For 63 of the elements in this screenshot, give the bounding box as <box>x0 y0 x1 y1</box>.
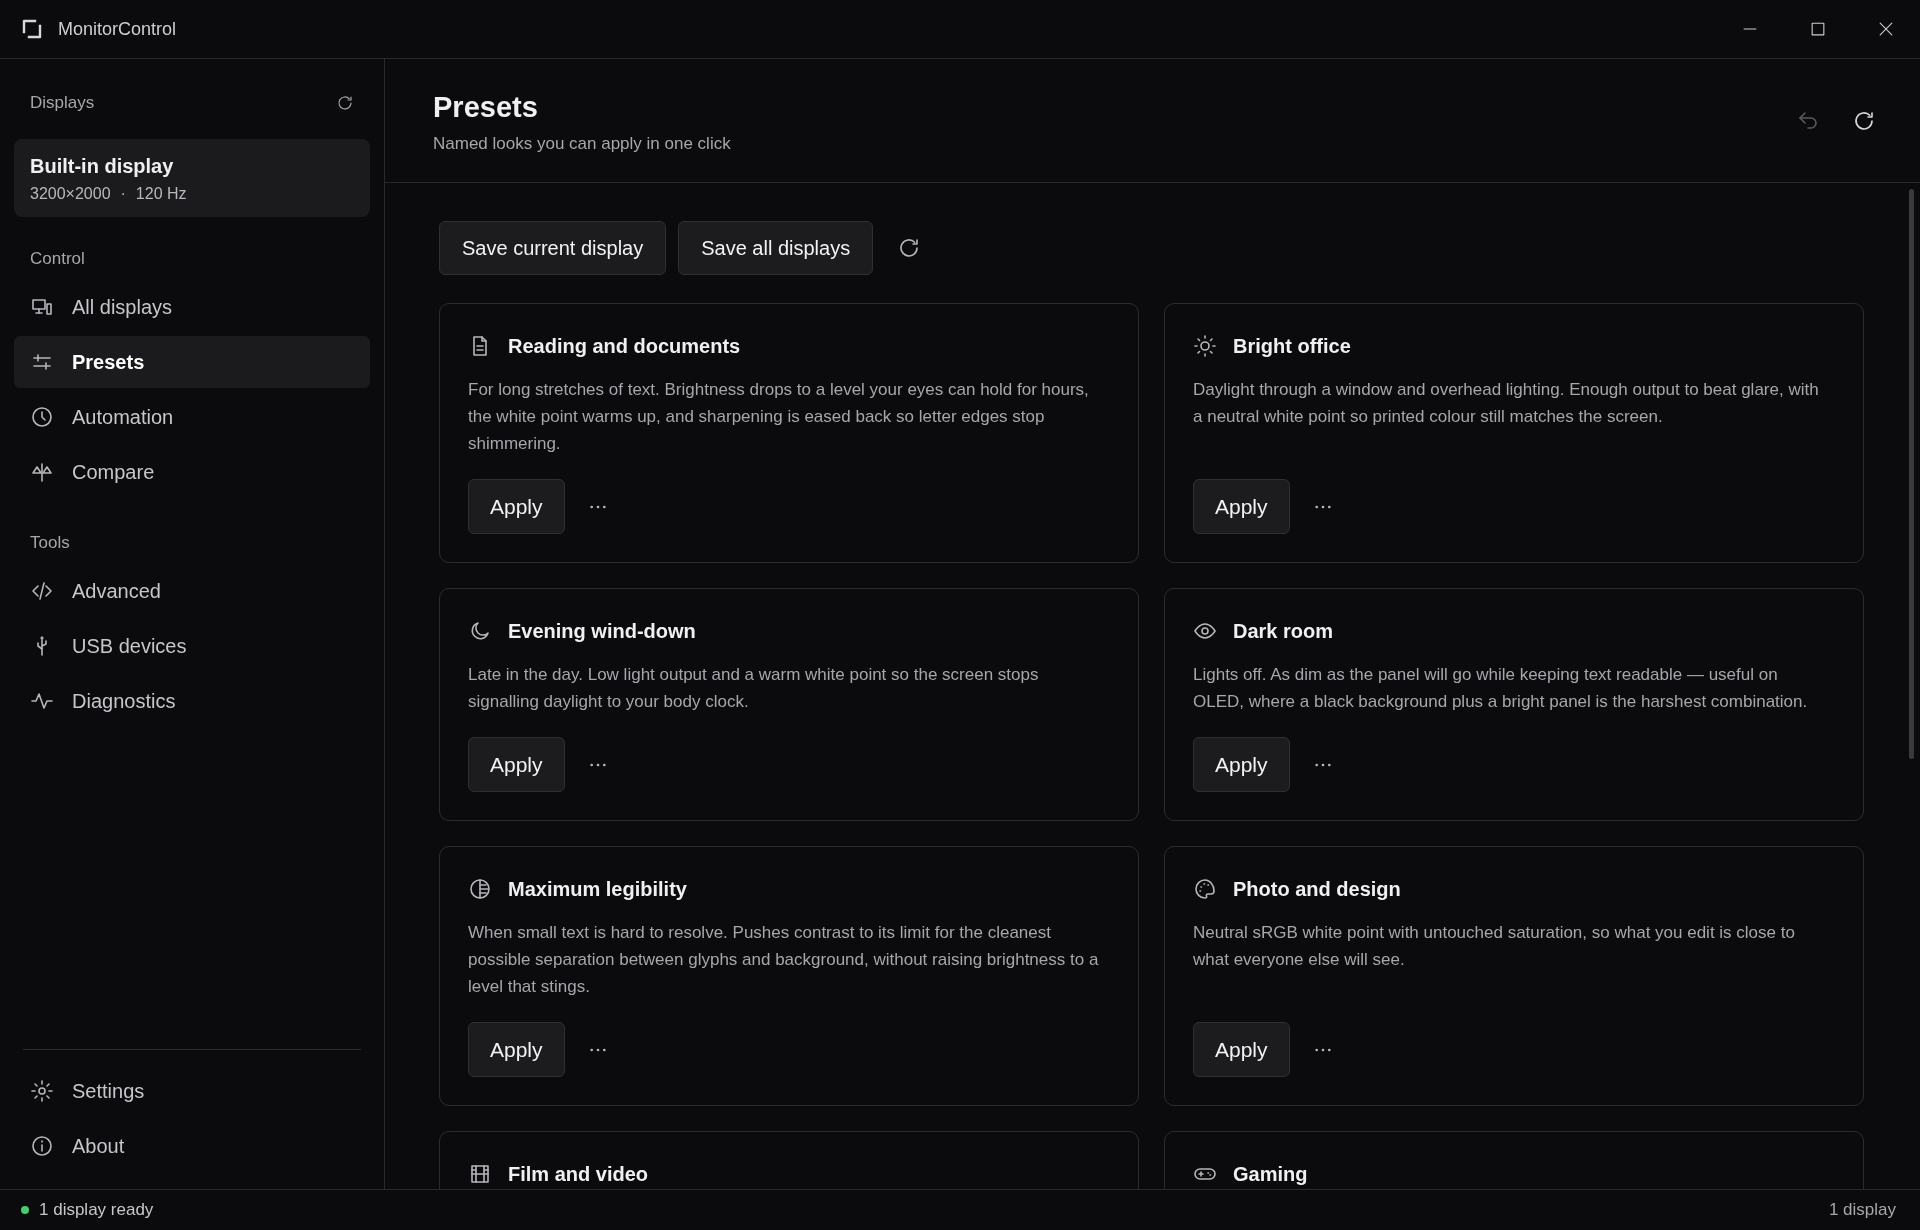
sidebar-item[interactable]: Advanced <box>14 565 370 617</box>
preset-title: Evening wind-down <box>508 619 696 643</box>
app-logo-icon <box>20 17 44 41</box>
display-name: Built-in display <box>30 155 175 178</box>
sidebar-item[interactable]: About <box>14 1120 370 1172</box>
display-count: 1 display <box>1828 1200 1896 1220</box>
sidebar-item[interactable]: Presets <box>14 336 370 388</box>
display-resolution: 3200×2000 <box>30 185 111 203</box>
preset-description: Late in the day. Low light output and a warm white point so the screen stops signalling daylight to your body clock. <box>468 664 1040 713</box>
save-button[interactable]: Save all displays <box>678 221 874 275</box>
preset-title: Film and video <box>508 1162 649 1186</box>
clock-icon <box>30 405 54 429</box>
save-button[interactable]: Save current display <box>439 221 667 275</box>
window-title: MonitorControl <box>58 18 177 40</box>
sidebar-item[interactable]: USB devices <box>14 620 370 672</box>
page-subtitle: Named looks you can apply in one click <box>433 134 731 154</box>
section-heading: Control <box>29 248 86 270</box>
film-icon <box>468 1162 492 1186</box>
compare-icon <box>30 460 54 484</box>
preset-description: For long stretches of text. Brightness drops to a level your eyes can hold for hours, the white point warms up, and sharpening is eased back so letter edges stop shimmering. <box>468 379 1090 455</box>
preset-title: Photo and design <box>1233 877 1401 901</box>
apply-button[interactable]: Apply <box>1193 1022 1290 1077</box>
preset-title: Maximum legibility <box>508 877 687 901</box>
palette-icon <box>1193 877 1217 901</box>
preset-title: Dark room <box>1233 619 1334 643</box>
display-card[interactable]: Built-in display 3200×2000 · 120 Hz <box>14 139 370 217</box>
apply-button[interactable]: Apply <box>468 1022 565 1077</box>
refresh-icon[interactable] <box>1852 109 1876 133</box>
section-heading: Displays <box>30 93 95 113</box>
preset-description: Daylight through a window and overhead lighting. Enough output to beat glare, with a neutral white point so printed colour still matches the screen. <box>1193 379 1820 428</box>
code-icon <box>30 579 54 603</box>
status-message: 1 display ready <box>39 1200 154 1220</box>
page-title: Presets <box>433 91 539 124</box>
apply-button[interactable]: Apply <box>468 737 565 792</box>
sidebar-item[interactable]: Automation <box>14 391 370 443</box>
separator-dot: · <box>120 185 126 203</box>
preset-title: Reading and documents <box>508 334 741 358</box>
sidebar-item[interactable]: All displays <box>14 281 370 333</box>
contrast-icon <box>468 877 492 901</box>
status-dot <box>21 1206 29 1214</box>
sidebar-item[interactable]: Compare <box>14 446 370 498</box>
preset-title: Gaming <box>1233 1162 1308 1186</box>
more-icon[interactable] <box>1313 761 1332 768</box>
preset-description: Neutral sRGB white point with untouched saturation, so what you edit is close to what everyone else will see. <box>1193 922 1796 971</box>
info-icon <box>30 1134 54 1158</box>
section-heading: Tools <box>29 532 71 554</box>
refresh-rate: 120 Hz <box>135 185 187 203</box>
more-icon[interactable] <box>1313 1046 1332 1053</box>
more-icon[interactable] <box>588 1046 607 1053</box>
more-icon[interactable] <box>588 761 607 768</box>
more-icon[interactable] <box>588 503 607 510</box>
preset-title: Bright office <box>1233 334 1351 358</box>
apply-button[interactable]: Apply <box>468 479 565 534</box>
apply-button[interactable]: Apply <box>1193 479 1290 534</box>
more-icon[interactable] <box>1313 503 1332 510</box>
scrollbar[interactable] <box>1909 189 1914 759</box>
sun-icon <box>1193 334 1217 358</box>
preset-description: When small text is hard to resolve. Pushes contrast to its limit for the cleanest possible separation between glyphs and background, without raising brightness to a level that stings. <box>468 922 1100 998</box>
preset-description: Lights off. As dim as the panel will go while keeping text readable — useful on OLED, where a black background plus a bright panel is the harshest combination. <box>1193 664 1809 713</box>
sidebar-item[interactable]: Diagnostics <box>14 675 370 727</box>
refresh-icon[interactable] <box>336 94 354 112</box>
apply-button[interactable]: Apply <box>1193 737 1290 792</box>
sidebar-item[interactable]: Settings <box>14 1065 370 1117</box>
